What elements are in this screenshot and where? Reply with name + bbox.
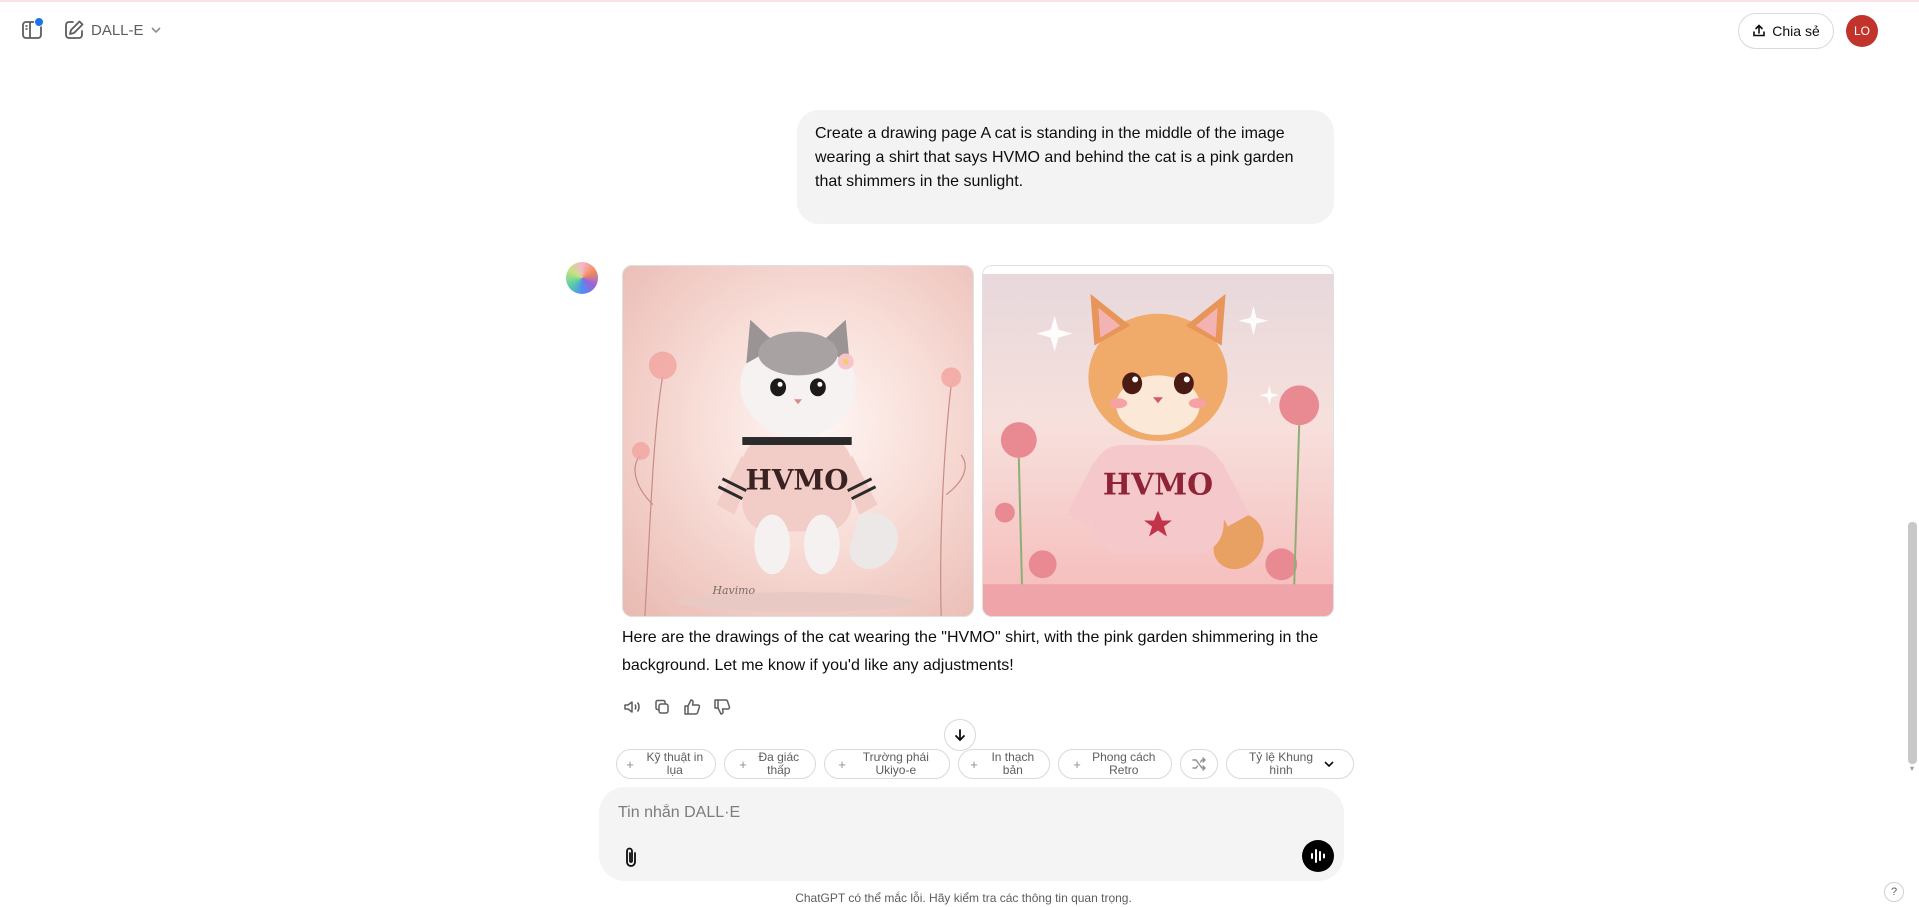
thumbs-up-icon: [684, 699, 701, 715]
shirt-text-1: HVMO: [746, 464, 849, 497]
chip-label: Kỹ thuật in lụa: [646, 750, 704, 777]
speaker-icon: [624, 701, 640, 713]
plus-icon: +: [838, 756, 846, 772]
thumbs-up-button[interactable]: [682, 696, 702, 718]
help-label: ?: [1890, 886, 1898, 898]
signature-text: Havimo: [711, 584, 755, 597]
plus-icon: +: [739, 756, 747, 772]
shirt-text-2: HVMO: [1103, 468, 1213, 503]
read-aloud-button[interactable]: [622, 696, 642, 718]
copy-button[interactable]: [652, 696, 672, 718]
chip-label: Trường phái Ukiyo-e: [862, 750, 929, 777]
plus-icon: +: [626, 756, 634, 772]
chip-retro[interactable]: + Phong cách Retro: [1058, 749, 1172, 779]
chip-label: Đa giác thấp: [758, 750, 800, 777]
edit-icon: [65, 20, 84, 39]
chip-label: Phong cách Retro: [1092, 750, 1156, 777]
share-button[interactable]: Chia sẻ: [1738, 13, 1834, 49]
thumbs-down-icon: [714, 699, 731, 715]
voice-mode-button[interactable]: [1302, 840, 1334, 872]
share-label: Chia sẻ: [1772, 23, 1820, 39]
arrow-down-icon: [955, 729, 965, 742]
chevron-down-icon: [1324, 761, 1334, 768]
plus-icon: +: [1073, 756, 1081, 772]
disclaimer: ChatGPT có thể mắc lỗi. Hãy kiểm tra các…: [0, 891, 1919, 905]
message-composer: [599, 787, 1344, 881]
message-actions: [622, 696, 732, 718]
paperclip-icon: [626, 847, 636, 867]
waveform-icon: [1311, 849, 1325, 863]
model-name: DALL-E: [91, 21, 144, 39]
share-icon: [1753, 24, 1766, 37]
scroll-arrow-down-icon[interactable]: ▾: [1907, 764, 1917, 774]
generated-image-1[interactable]: HVMO Havimo: [622, 265, 974, 617]
user-message-text: Create a drawing page A cat is standing …: [815, 125, 1294, 190]
new-chat-button[interactable]: [60, 16, 88, 44]
cat-illustration-2: HVMO: [983, 293, 1333, 616]
cat-illustration-1: HVMO Havimo: [631, 319, 966, 616]
generated-image-2[interactable]: HVMO: [982, 265, 1334, 617]
assistant-message: Here are the drawings of the cat wearing…: [622, 624, 1342, 680]
message-input[interactable]: [616, 799, 1180, 827]
chip-ukiyo-e[interactable]: + Trường phái Ukiyo-e: [824, 749, 950, 779]
scroll-to-bottom-button[interactable]: [944, 719, 976, 751]
thumbs-down-button[interactable]: [712, 696, 732, 718]
avatar-initials: LO: [1853, 24, 1870, 38]
chip-low-poly[interactable]: + Đa giác thấp: [724, 749, 816, 779]
chevron-down-icon: [150, 27, 161, 34]
notification-dot: [34, 17, 44, 27]
header: DALL-E Chia sẻ LO: [0, 2, 1919, 58]
chip-label: In thạch bản: [991, 750, 1035, 777]
shuffle-icon: [1192, 757, 1206, 771]
attach-button[interactable]: [618, 843, 644, 871]
help-button[interactable]: ?: [1884, 882, 1904, 902]
assistant-message-text: Here are the drawings of the cat wearing…: [622, 629, 1319, 674]
plus-icon: +: [970, 756, 978, 772]
user-message: Create a drawing page A cat is standing …: [797, 110, 1334, 224]
scrollbar-thumb[interactable]: [1908, 522, 1917, 764]
copy-icon: [655, 699, 669, 714]
chip-label: Tỷ lệ Khung hình: [1248, 750, 1314, 777]
chip-screen-printing[interactable]: + Kỹ thuật in lụa: [616, 749, 716, 779]
model-switcher[interactable]: DALL-E: [91, 18, 162, 42]
disclaimer-text: ChatGPT có thể mắc lỗi. Hãy kiểm tra các…: [795, 891, 1132, 905]
scrollbar[interactable]: ▾: [1905, 60, 1919, 782]
chip-lithography[interactable]: + In thạch bản: [958, 749, 1050, 779]
assistant-avatar: [566, 262, 598, 294]
sidebar-toggle-button[interactable]: [18, 16, 46, 44]
shuffle-button[interactable]: [1180, 749, 1218, 779]
user-avatar[interactable]: LO: [1846, 15, 1878, 47]
aspect-ratio-dropdown[interactable]: Tỷ lệ Khung hình: [1226, 749, 1354, 779]
